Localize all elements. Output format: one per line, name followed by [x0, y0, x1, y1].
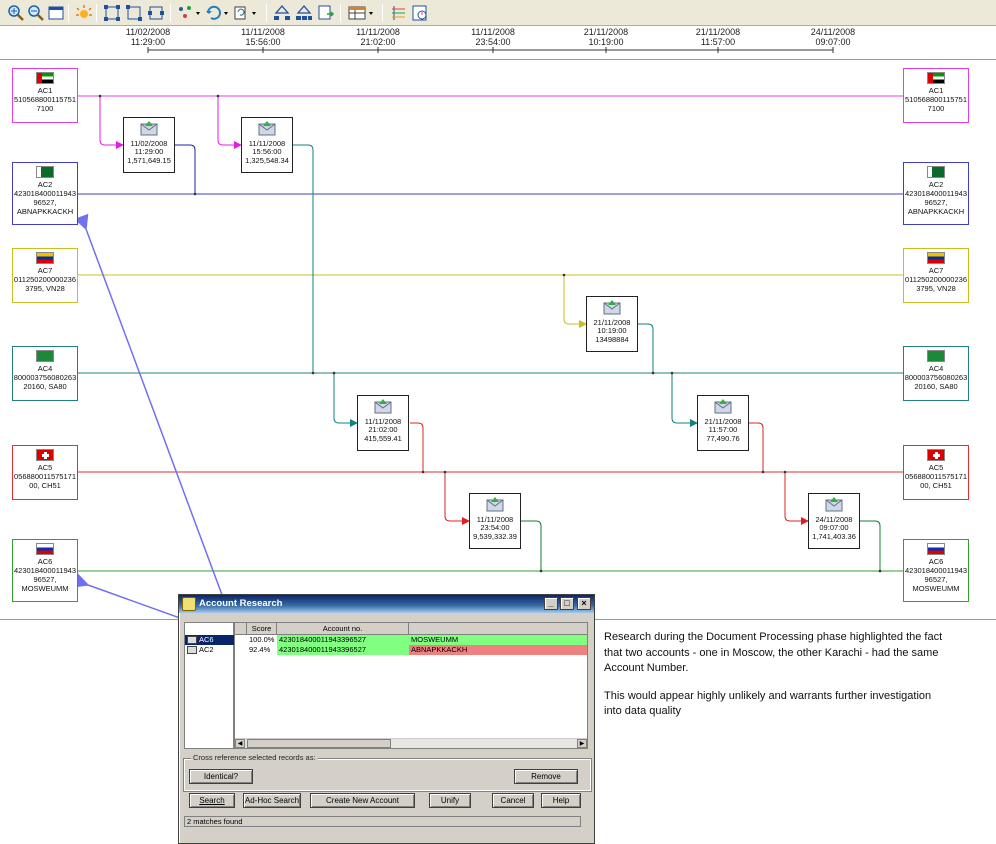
email-icon	[374, 399, 392, 414]
email-icon	[486, 497, 504, 512]
email-icon	[603, 300, 621, 315]
record-id-list: AC6 AC2	[184, 622, 235, 749]
note-paragraph: Research during the Document Processing …	[604, 631, 943, 674]
account-research-dialog: Account Research _ □ × AC6 AC2 Score Acc…	[178, 594, 595, 844]
account-node-ac7-right[interactable]: AC7 011250200000236 3795, VN28	[903, 248, 969, 303]
swiss-flag-icon	[927, 449, 945, 461]
transaction-node[interactable]: 21/11/2008 10:19:00 13498884	[586, 296, 638, 352]
account-node-ac4-right[interactable]: AC4 800003756080263 20160, SA80	[903, 346, 969, 401]
russia-flag-icon	[927, 543, 945, 555]
account-node-ac5-right[interactable]: AC5 056880011575171 00, CH51	[903, 445, 969, 500]
swiss-flag-icon	[36, 449, 54, 461]
name-cell[interactable]: MOSWEUMM	[409, 635, 587, 645]
create-new-account-button[interactable]: Create New Account	[310, 793, 415, 808]
close-button[interactable]: ×	[577, 597, 591, 610]
email-icon	[258, 121, 276, 136]
group-label: Cross reference selected records as:	[191, 753, 318, 762]
account-node-ac1-right[interactable]: AC1 510568800115751 7100	[903, 68, 969, 123]
transaction-node[interactable]: 24/11/2008 09:07:00 1,741,403.36	[808, 493, 860, 549]
scroll-thumb[interactable]	[247, 739, 391, 748]
record-icon	[187, 636, 197, 644]
email-icon	[714, 399, 732, 414]
saudi-flag-icon	[36, 350, 54, 362]
maximize-button[interactable]: □	[560, 597, 574, 610]
pakistan-flag-icon	[36, 166, 54, 178]
unify-button[interactable]: Unify	[429, 793, 471, 808]
account-node-ac4[interactable]: AC4 800003756080263 20160, SA80	[12, 346, 78, 401]
account-node-ac2-right[interactable]: AC2 423018400011943 96527, ABNAPKKACKH	[903, 162, 969, 225]
email-icon	[140, 121, 158, 136]
scroll-right-icon[interactable]: ▶	[577, 739, 587, 748]
search-icon	[182, 597, 196, 611]
column-header-name[interactable]	[409, 623, 587, 635]
account-node-ac7[interactable]: AC7 011250200000236 3795, VN28	[12, 248, 78, 303]
transaction-node[interactable]: 11/11/2008 15:56:00 1,325,548.34	[241, 117, 293, 173]
list-item[interactable]: AC2	[185, 645, 235, 655]
status-bar: 2 matches found	[184, 816, 581, 827]
column-header-blank	[235, 623, 247, 635]
dialog-title: Account Research	[199, 598, 283, 609]
transaction-node[interactable]: 21/11/2008 11:57:00 77,490.76	[697, 395, 749, 451]
saudi-flag-icon	[927, 350, 945, 362]
name-cell[interactable]: ABNAPKKACKH	[409, 645, 587, 655]
transaction-node[interactable]: 11/11/2008 23:54:00 9,539,332.39	[469, 493, 521, 549]
venezuela-flag-icon	[927, 252, 945, 264]
identical-button[interactable]: Identical?	[189, 769, 253, 784]
account-node-ac5[interactable]: AC5 056880011575171 00, CH51	[12, 445, 78, 500]
remove-button[interactable]: Remove	[514, 769, 578, 784]
pakistan-flag-icon	[927, 166, 945, 178]
score-cell[interactable]: 92.4%	[247, 645, 277, 655]
transaction-node[interactable]: 11/02/2008 11:29:00 1,571,649.15	[123, 117, 175, 173]
account-cell[interactable]: 423018400011943396527	[277, 645, 409, 655]
column-header-score[interactable]: Score	[247, 623, 277, 635]
help-button[interactable]: Help	[541, 793, 581, 808]
account-node-ac6-right[interactable]: AC6 423018400011943 96527, MOSWEUMM	[903, 539, 969, 602]
search-button[interactable]: Search	[189, 793, 235, 808]
record-icon	[187, 646, 197, 654]
score-cell[interactable]: 100.0%	[247, 635, 277, 645]
cross-reference-group: Cross reference selected records as: Ide…	[183, 753, 592, 792]
horizontal-scrollbar[interactable]: ◀ ▶	[235, 738, 587, 748]
transaction-node[interactable]: 11/11/2008 21:02:00 415,559.41	[357, 395, 409, 451]
adhoc-search-button[interactable]: Ad-Hoc Search	[243, 793, 301, 808]
cancel-button[interactable]: Cancel	[492, 793, 534, 808]
column-header-account[interactable]: Account no.	[277, 623, 409, 635]
dialog-title-bar[interactable]: Account Research _ □ ×	[179, 595, 594, 613]
list-item[interactable]: AC6	[185, 635, 235, 645]
uae-flag-icon	[36, 72, 54, 84]
account-cell[interactable]: 423018400011943396527	[277, 635, 409, 645]
russia-flag-icon	[36, 543, 54, 555]
annotation-note: Research during the Document Processing …	[604, 630, 944, 732]
account-node-ac2[interactable]: AC2 423018400011943 96527, ABNAPKKACKH	[12, 162, 78, 225]
scroll-left-icon[interactable]: ◀	[235, 739, 245, 748]
uae-flag-icon	[927, 72, 945, 84]
email-icon	[825, 497, 843, 512]
account-node-ac6[interactable]: AC6 423018400011943 96527, MOSWEUMM	[12, 539, 78, 602]
venezuela-flag-icon	[36, 252, 54, 264]
account-node-ac1[interactable]: AC1 510568800115751 7100	[12, 68, 78, 123]
results-grid: Score Account no. 100.0% 423018400011943…	[234, 622, 588, 749]
minimize-button[interactable]: _	[544, 597, 558, 610]
note-paragraph: This would appear highly unlikely and wa…	[604, 689, 932, 718]
